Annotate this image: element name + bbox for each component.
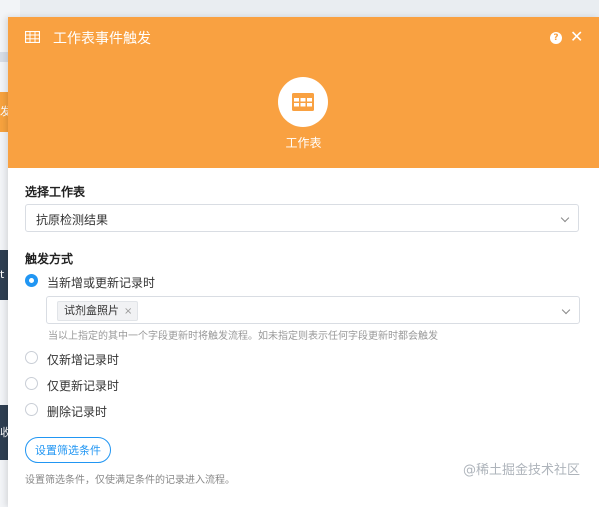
- worksheet-type-label: 工作表: [285, 136, 322, 150]
- radio-button[interactable]: [25, 351, 38, 364]
- set-filter-button[interactable]: 设置筛选条件: [25, 437, 111, 463]
- trigger-field-hint: 当以上指定的其中一个字段更新时将触发流程。如未指定则表示任何字段更新时都会触发: [48, 331, 438, 342]
- panel-title: 工作表事件触发: [53, 31, 151, 47]
- worksheet-type-badge: [278, 77, 328, 127]
- panel-header: 工作表事件触发 ? ✕ 工作表: [8, 17, 599, 168]
- worksheet-select-value: 抗原检测结果: [36, 213, 109, 227]
- chevron-down-icon: [561, 305, 571, 315]
- trigger-option-label: 仅更新记录时: [47, 379, 120, 393]
- worksheet-section-label: 选择工作表: [25, 185, 86, 199]
- table-icon: [25, 31, 40, 43]
- worksheet-select[interactable]: 抗原检测结果: [25, 204, 579, 232]
- field-tag: 试剂盒照片 ×: [57, 301, 139, 321]
- filter-hint: 设置筛选条件，仅使满足条件的记录进入流程。: [25, 475, 235, 486]
- field-tag-label: 试剂盒照片: [64, 304, 119, 317]
- chevron-down-icon: [560, 213, 570, 223]
- radio-button[interactable]: [25, 377, 38, 390]
- trigger-field-select[interactable]: 试剂盒照片 ×: [46, 296, 580, 324]
- trigger-option-label: 仅新增记录时: [47, 353, 120, 367]
- worksheet-trigger-panel: 工作表事件触发 ? ✕ 工作表 选择工作表 抗原检测结果 触发方式 当新增或更新…: [8, 17, 599, 507]
- help-icon[interactable]: ?: [550, 32, 562, 44]
- trigger-section-label: 触发方式: [25, 252, 74, 266]
- table-icon: [292, 93, 314, 111]
- close-icon[interactable]: ✕: [570, 27, 583, 47]
- radio-button-checked[interactable]: [25, 274, 38, 287]
- tag-remove-icon[interactable]: ×: [124, 306, 132, 317]
- radio-button[interactable]: [25, 403, 38, 416]
- watermark-text: @稀土掘金技术社区: [463, 463, 581, 478]
- trigger-option-label: 删除记录时: [47, 405, 108, 419]
- trigger-option-label: 当新增或更新记录时: [47, 276, 156, 290]
